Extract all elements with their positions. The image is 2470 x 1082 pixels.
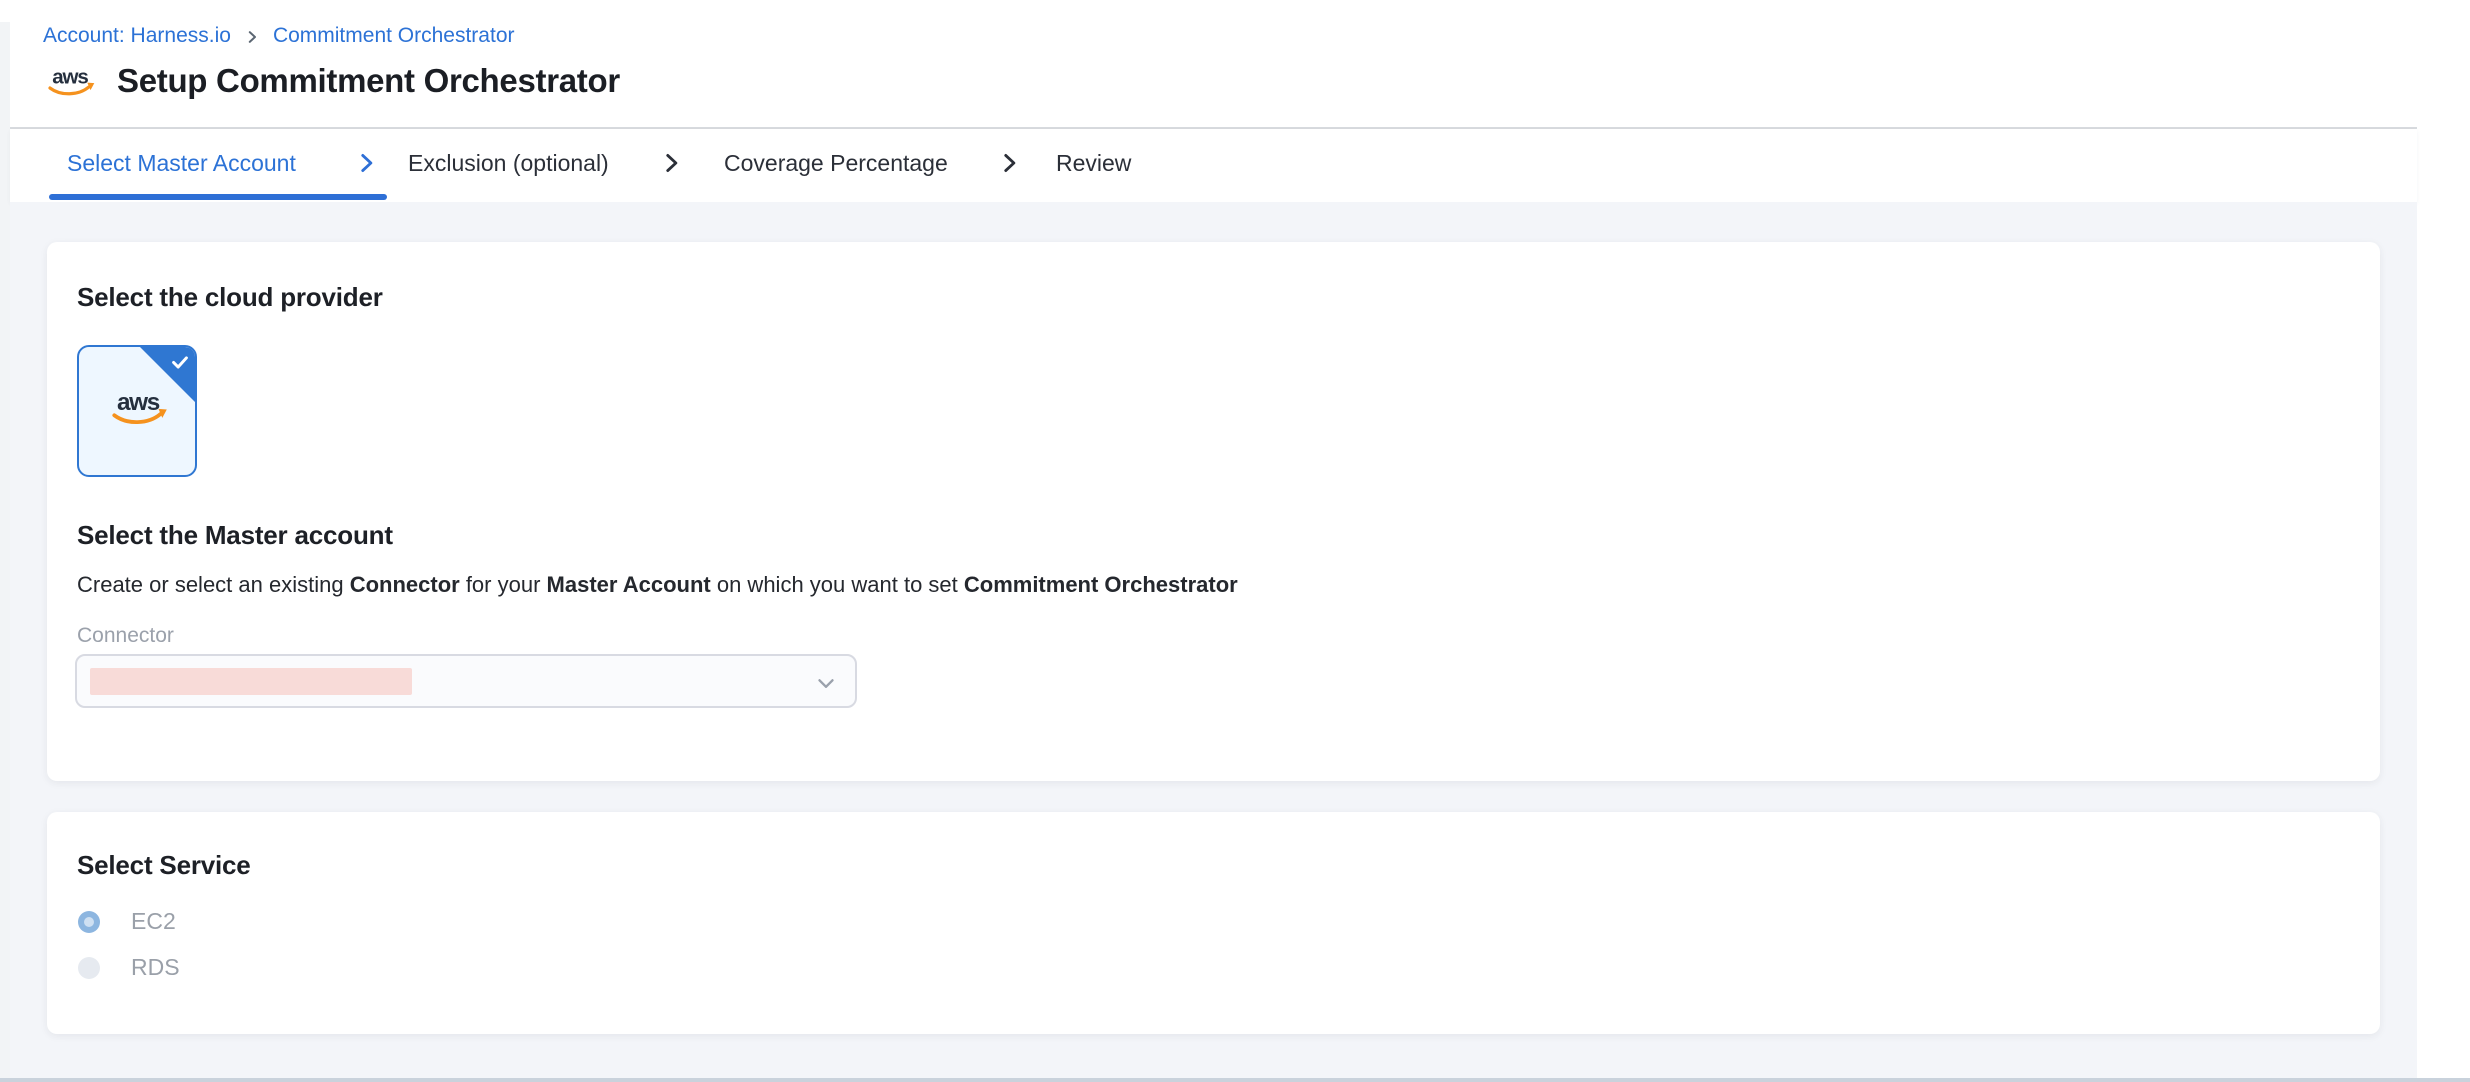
master-account-heading: Select the Master account <box>77 520 393 551</box>
radio-label: RDS <box>131 954 180 981</box>
content-area: Select the cloud provider aws Select the… <box>10 202 2417 1082</box>
setup-commitment-orchestrator-page: Account: Harness.io Commitment Orchestra… <box>0 0 2470 1082</box>
redacted-connector-value <box>90 668 412 695</box>
bottom-border-line <box>0 1078 2470 1082</box>
master-account-description: Create or select an existing Connector f… <box>77 572 1238 598</box>
page-header: Account: Harness.io Commitment Orchestra… <box>10 0 2417 128</box>
aws-logo-icon: aws <box>43 64 97 98</box>
connector-field-label: Connector <box>77 624 174 648</box>
breadcrumb-separator-icon <box>243 28 261 46</box>
breadcrumb-account-link[interactable]: Account: Harness.io <box>43 24 231 48</box>
left-edge-strip <box>0 22 10 1082</box>
chevron-right-icon <box>353 129 379 197</box>
tab-select-master-account[interactable]: Select Master Account <box>67 129 296 197</box>
radio-unselected-icon[interactable] <box>78 957 100 979</box>
description-bold: Commitment Orchestrator <box>964 572 1238 597</box>
select-service-heading: Select Service <box>77 850 251 881</box>
chevron-right-icon <box>658 129 684 197</box>
page-title: Setup Commitment Orchestrator <box>117 62 620 100</box>
description-text: Create or select an existing <box>77 572 350 597</box>
connector-select[interactable] <box>75 654 857 708</box>
description-bold: Master Account <box>547 572 711 597</box>
title-row: aws Setup Commitment Orchestrator <box>43 62 620 100</box>
radio-selected-icon[interactable] <box>78 911 100 933</box>
select-service-card: Select Service EC2 RDS <box>47 812 2380 1034</box>
radio-option-rds[interactable]: RDS <box>78 954 180 981</box>
breadcrumb-page-link[interactable]: Commitment Orchestrator <box>273 24 515 48</box>
aws-logo-text: aws <box>117 389 160 416</box>
description-bold: Connector <box>350 572 460 597</box>
description-text: on which you want to set <box>711 572 964 597</box>
check-icon <box>169 351 191 373</box>
description-text: for your <box>460 572 547 597</box>
tab-review[interactable]: Review <box>1056 129 1131 197</box>
breadcrumb: Account: Harness.io Commitment Orchestra… <box>43 24 515 48</box>
radio-option-ec2[interactable]: EC2 <box>78 908 176 935</box>
wizard-tab-bar: Select Master Account Exclusion (optiona… <box>10 129 2417 202</box>
aws-logo-icon: aws <box>106 387 170 427</box>
tab-coverage-percentage[interactable]: Coverage Percentage <box>724 129 948 197</box>
active-tab-underline <box>49 194 387 200</box>
aws-logo-text: aws <box>52 66 88 89</box>
provider-tile-aws[interactable]: aws <box>77 345 197 477</box>
chevron-right-icon <box>996 129 1022 197</box>
cloud-provider-heading: Select the cloud provider <box>77 282 383 313</box>
tab-exclusion-optional[interactable]: Exclusion (optional) <box>408 129 609 197</box>
radio-label: EC2 <box>131 908 176 935</box>
master-account-card: Select the cloud provider aws Select the… <box>47 242 2380 781</box>
chevron-down-icon <box>813 670 839 696</box>
